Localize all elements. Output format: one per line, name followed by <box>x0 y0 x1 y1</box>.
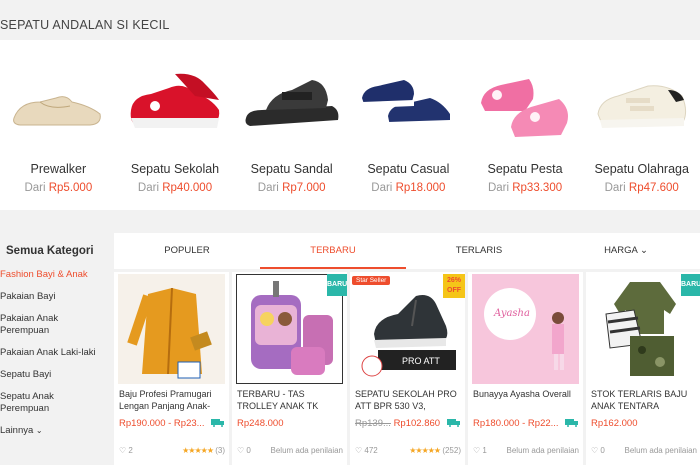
discount-badge: 26% OFF <box>443 274 465 298</box>
sepatu-pesta-image <box>467 60 584 150</box>
tab-populer[interactable]: POPULER <box>114 233 260 269</box>
free-shipping-icon <box>211 418 225 427</box>
product-card[interactable]: Ayasha Bunayya Ayasha Overall Rp180.000 … <box>468 272 583 465</box>
free-shipping-icon <box>565 418 579 427</box>
product-price: Rp162.000 <box>591 418 638 429</box>
category-name: Sepatu Sekolah <box>130 162 220 176</box>
sidebar-item-fashion-bayi-anak[interactable]: Fashion Bayi & Anak <box>0 269 110 281</box>
product-title: SEPATU SEKOLAH PRO ATT BPR 530 V3, <box>355 389 457 411</box>
product-image <box>118 274 225 384</box>
product-price: Rp180.000 - Rp22... <box>473 418 559 429</box>
section-title: SEPATU ANDALAN SI KECIL <box>0 18 170 32</box>
sidebar-heading: Semua Kategori <box>6 245 94 257</box>
category-sepatu-pesta[interactable]: Sepatu Pesta Dari Rp33.300 <box>467 40 584 210</box>
heart-icon[interactable]: ♡ <box>591 446 598 455</box>
star-seller-badge: Star Seller <box>352 276 391 285</box>
tab-harga[interactable]: HARGA ⌄ <box>552 233 700 269</box>
sepatu-casual-image <box>350 60 467 150</box>
category-prewalker[interactable]: Prewalker Dari Rp5.000 <box>0 40 117 210</box>
svg-text:PRO ATT: PRO ATT <box>402 356 440 366</box>
category-sidebar: Semua Kategori Fashion Bayi & Anak Pakai… <box>0 233 110 465</box>
category-price: Dari Rp33.300 <box>487 182 563 194</box>
svg-text:Ayasha: Ayasha <box>493 308 530 319</box>
category-price: Dari Rp18.000 <box>371 182 446 194</box>
heart-icon[interactable]: ♡ <box>119 446 126 455</box>
sort-tabs: POPULER TERBARU TERLARIS HARGA ⌄ <box>114 233 700 269</box>
product-title: TERBARU - TAS TROLLEY ANAK TK <box>237 389 319 411</box>
chevron-down-icon: ⌄ <box>639 245 648 256</box>
free-shipping-icon <box>447 418 461 427</box>
category-price: Dari Rp40.000 <box>137 182 213 194</box>
category-name: Sepatu Olahraga <box>594 162 689 176</box>
product-card[interactable]: PRO ATT Star Seller 26% OFF SEPATU SEKOLA… <box>350 272 465 465</box>
sidebar-item-pakaian-anak-laki-laki[interactable]: Pakaian Anak Laki-laki <box>0 347 110 359</box>
sepatu-olahraga-image <box>583 60 700 150</box>
heart-icon[interactable]: ♡ <box>237 446 244 455</box>
category-strip: Prewalker Dari Rp5.000 Sepatu Sekolah Da… <box>0 40 700 210</box>
product-meta: ♡ 1 Belum ada penilaian <box>473 446 579 455</box>
heart-icon[interactable]: ♡ <box>355 446 362 455</box>
sepatu-sandal-image <box>233 60 350 150</box>
harga-label: HARGA <box>604 245 638 256</box>
product-card[interactable]: BARU TERBARU - TAS TROLLEY ANAK TK Rp248… <box>232 272 347 465</box>
heart-icon[interactable]: ♡ <box>473 446 480 455</box>
product-price: Rp248.000 <box>237 418 284 429</box>
product-title: Baju Profesi Pramugari Lengan Panjang An… <box>119 389 212 411</box>
category-sepatu-casual[interactable]: Sepatu Casual Dari Rp18.000 <box>350 40 467 210</box>
lainnya-label: Lainnya <box>0 425 34 436</box>
category-name: Prewalker <box>30 162 87 176</box>
sidebar-item-pakaian-anak-perempuan[interactable]: Pakaian Anak Perempuan <box>0 313 70 337</box>
product-image: Ayasha <box>472 274 579 384</box>
rating-stars-icon: ★★★★★ <box>409 446 441 455</box>
category-name: Sepatu Sandal <box>250 162 333 176</box>
rating-stars-icon: ★★★★★ <box>182 446 214 455</box>
sepatu-sekolah-image <box>117 60 234 150</box>
product-title: STOK TERLARIS BAJU ANAK TENTARA <box>591 389 688 411</box>
product-meta: ♡ 0 Belum ada penilaian <box>237 446 343 455</box>
category-name: Sepatu Pesta <box>487 162 563 176</box>
prewalker-image <box>0 60 117 150</box>
new-badge: BARU <box>327 274 347 296</box>
product-card[interactable]: BARU STOK TERLARIS BAJU ANAK TENTARA Rp1… <box>586 272 700 465</box>
product-grid: Baju Profesi Pramugari Lengan Panjang An… <box>114 272 700 465</box>
category-price: Dari Rp47.600 <box>604 182 679 194</box>
category-price: Dari Rp7.000 <box>257 182 326 194</box>
product-meta: ♡ 0 Belum ada penilaian <box>591 446 697 455</box>
new-badge: BARU <box>681 274 700 296</box>
sidebar-item-sepatu-bayi[interactable]: Sepatu Bayi <box>0 369 110 381</box>
sidebar-item-lainnya[interactable]: Lainnya ⌄ <box>0 425 110 437</box>
product-meta: ♡ 2 ★★★★★ (3) <box>119 446 225 455</box>
product-price: Rp190.000 - Rp23... <box>119 418 205 429</box>
tab-terlaris[interactable]: TERLARIS <box>406 233 552 269</box>
category-sepatu-sandal[interactable]: Sepatu Sandal Dari Rp7.000 <box>233 40 350 210</box>
category-name: Sepatu Casual <box>367 162 450 176</box>
category-price: Dari Rp5.000 <box>24 182 93 194</box>
sidebar-item-sepatu-anak-perempuan[interactable]: Sepatu Anak Perempuan <box>0 391 70 415</box>
tab-terbaru[interactable]: TERBARU <box>260 233 406 269</box>
product-title: Bunayya Ayasha Overall <box>473 389 571 399</box>
sidebar-item-pakaian-bayi[interactable]: Pakaian Bayi <box>0 291 110 303</box>
product-card[interactable]: Baju Profesi Pramugari Lengan Panjang An… <box>114 272 229 465</box>
product-meta: ♡ 472 ★★★★★ (252) <box>355 446 461 455</box>
category-sepatu-sekolah[interactable]: Sepatu Sekolah Dari Rp40.000 <box>117 40 234 210</box>
category-sepatu-olahraga[interactable]: Sepatu Olahraga Dari Rp47.600 <box>583 40 700 210</box>
product-price: Rp139... Rp102.860 <box>355 418 441 429</box>
chevron-down-icon: ⌄ <box>35 426 43 435</box>
